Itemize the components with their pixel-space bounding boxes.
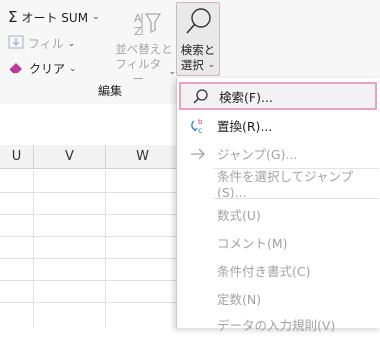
menu-item-label: コメント(M): [217, 235, 288, 251]
sigma-icon: Σ: [8, 8, 18, 26]
clear-label: クリア: [29, 62, 66, 76]
column-header-w[interactable]: W: [106, 145, 180, 169]
menu-item-comments[interactable]: コメント(M): [177, 228, 380, 256]
grid-line: [0, 302, 190, 303]
column-header-u[interactable]: U: [0, 145, 34, 169]
chevron-down-icon: ⌄: [207, 60, 216, 70]
grid-line: [0, 236, 190, 237]
find-select-button[interactable]: 検索と 選択 ⌄: [176, 2, 220, 76]
svg-text:A: A: [134, 12, 142, 25]
search-icon: [191, 88, 209, 106]
find-select-label-2: 選択: [180, 58, 204, 72]
menu-item-goto-special[interactable]: 条件を選択してジャンプ(S)...: [177, 169, 380, 200]
menu-item-constants[interactable]: 定数(N): [177, 284, 380, 312]
menu-item-label: 検索(F)...: [219, 89, 273, 105]
svg-text:b: b: [198, 118, 203, 126]
grid-line: [0, 258, 190, 259]
grid-line: [0, 192, 190, 193]
sort-filter-icon: A Z: [132, 10, 162, 41]
grid-line: [0, 280, 190, 281]
replace-icon: b c: [189, 117, 207, 135]
menu-item-goto[interactable]: ジャンプ(G)...: [177, 139, 380, 167]
menu-item-label: 条件付き書式(C): [217, 263, 311, 279]
chevron-down-icon: ⌄: [168, 66, 176, 77]
grid-line: [105, 170, 106, 328]
chevron-down-icon[interactable]: ⌄: [92, 12, 100, 22]
eraser-icon: [8, 60, 24, 77]
autosum-button[interactable]: Σ オート SUM ⌄: [8, 8, 100, 26]
menu-item-formulas[interactable]: 数式(U): [177, 200, 380, 228]
find-select-label-1: 検索と: [180, 43, 216, 57]
fill-label: フィル: [28, 37, 64, 51]
fill-icon: [8, 35, 24, 52]
menu-item-find[interactable]: 検索(F)...: [179, 82, 377, 110]
menu-separator: [213, 198, 379, 199]
chevron-down-icon: ⌄: [67, 38, 76, 49]
svg-text:Z: Z: [134, 25, 142, 38]
menu-item-replace[interactable]: b c 置換(R)...: [177, 111, 380, 139]
menu-item-label: ジャンプ(G)...: [217, 146, 298, 162]
fill-button[interactable]: フィル ⌄: [8, 35, 75, 52]
menu-item-label: データの入力規則(V): [217, 317, 336, 333]
sort-filter-button[interactable]: A Z 並べ替えと フィルター ⌄: [112, 6, 176, 86]
magnifier-icon: [184, 6, 214, 41]
arrow-right-icon: [189, 145, 207, 163]
autosum-label: オート SUM: [21, 10, 89, 25]
grid-line: [0, 214, 190, 215]
menu-item-label: 定数(N): [217, 291, 262, 307]
menu-item-conditional-formatting[interactable]: 条件付き書式(C): [177, 256, 380, 284]
find-select-menu: 検索(F)... b c 置換(R)... ジャンプ(G)... 条件を選択して…: [176, 78, 380, 333]
menu-item-data-validation[interactable]: データの入力規則(V): [177, 310, 380, 338]
chevron-down-icon: ⌄: [69, 63, 77, 74]
menu-item-label: 置換(R)...: [217, 118, 273, 134]
column-header-v[interactable]: V: [34, 145, 106, 169]
menu-item-label: 条件を選択してジャンプ(S)...: [217, 169, 354, 200]
menu-item-label: 数式(U): [217, 207, 261, 223]
svg-text:c: c: [198, 126, 202, 135]
clear-button[interactable]: クリア ⌄: [8, 60, 77, 77]
grid-line: [33, 170, 34, 328]
sort-filter-label-1: 並べ替えと: [115, 42, 173, 56]
